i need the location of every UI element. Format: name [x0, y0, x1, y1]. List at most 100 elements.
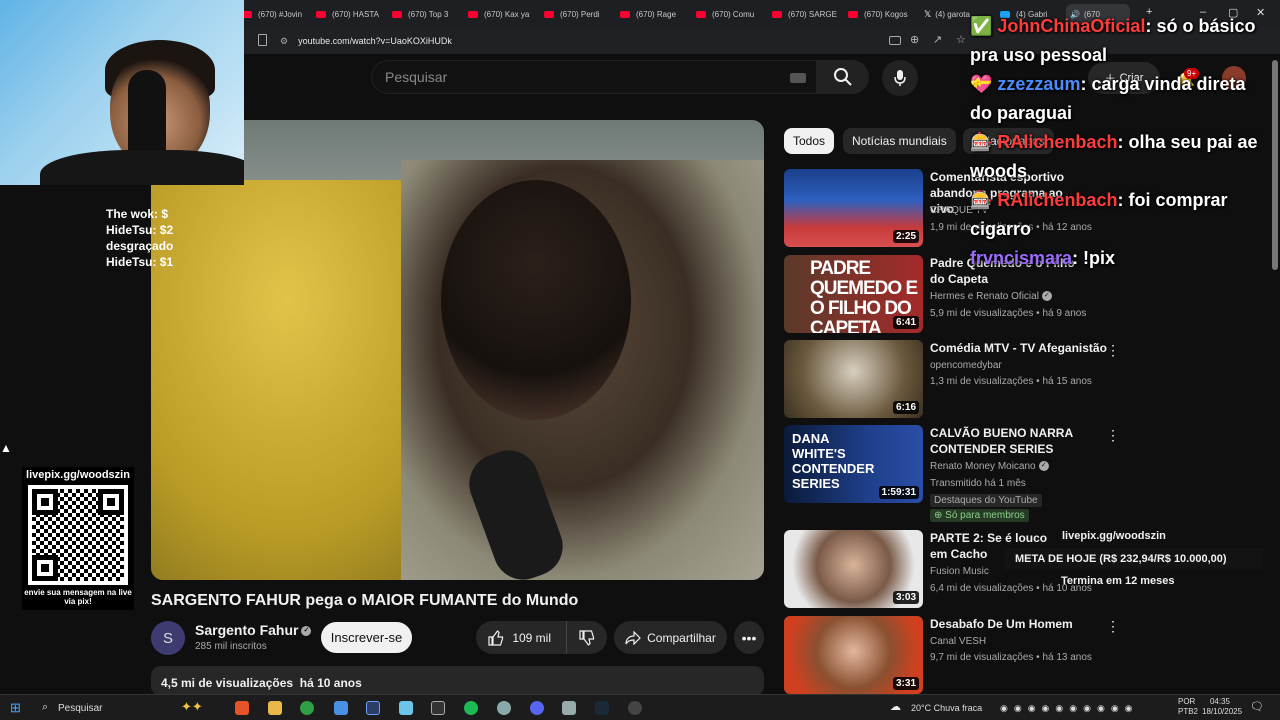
video-thumbnail: 3:03: [784, 530, 923, 608]
channel-name[interactable]: Sargento Fahur ✓: [195, 622, 312, 638]
browser-tab[interactable]: (670) Top 3: [388, 4, 460, 24]
youtube-icon: [468, 10, 478, 18]
file-explorer-icon[interactable]: [268, 701, 282, 715]
mouse-cursor-icon: ▲: [0, 441, 12, 455]
sparkle-icon: ✦✦: [181, 699, 203, 714]
video-title: SARGENTO FAHUR pega o MAIOR FUMANTE do M…: [151, 592, 579, 609]
url-field[interactable]: ⚙ youtube.com/watch?v=UaoKOXiHUDk: [280, 30, 980, 52]
video-thumbnail: 3:31: [784, 616, 923, 694]
steam-icon[interactable]: [595, 701, 609, 715]
search-icon: ⌕: [42, 701, 49, 713]
recommendation-channel: Hermes e Renato Oficial ✓: [930, 291, 1052, 302]
recommendation-channel: Canal VESH: [930, 636, 987, 647]
donation-goal: livepix.gg/woodszin META DE HOJE (R$ 232…: [1005, 530, 1263, 600]
channel-avatar[interactable]: S: [151, 621, 185, 655]
subscribe-button[interactable]: Inscrever-se: [321, 622, 412, 653]
app-icon[interactable]: [497, 701, 511, 715]
language-indicator[interactable]: POR PTB2: [1178, 697, 1198, 717]
scrollbar[interactable]: [1272, 60, 1278, 270]
browser-tab[interactable]: (670) HASTA: [312, 4, 384, 24]
taskbar-search[interactable]: ⌕ Pesquisar ✦✦: [36, 698, 216, 718]
chat-badge-icon: 💝: [970, 74, 998, 94]
browser-tab[interactable]: (670) Rage: [616, 4, 688, 24]
chat-badge-icon: ✅: [970, 16, 998, 36]
recommendation-item[interactable]: 3:31 Desabafo De Um Homem Canal VESH 9,7…: [784, 616, 1264, 696]
app-icon[interactable]: [300, 701, 314, 715]
bookmark-icon[interactable]: [258, 34, 267, 46]
app-icon[interactable]: [431, 701, 445, 715]
recommendation-title: Desabafo De Um Homem: [930, 617, 1073, 631]
chip-noticias-mundiais[interactable]: Notícias mundiais: [843, 128, 956, 154]
youtube-icon: [392, 10, 402, 18]
thumbs-up-icon: [488, 629, 504, 646]
verified-icon: ✓: [1038, 461, 1049, 472]
voice-search-button[interactable]: [882, 60, 918, 96]
video-thumbnail: 6:16: [784, 340, 923, 418]
video-thumbnail: PADRE QUEMEDO E O FILHO DO CAPETA 6:41: [784, 255, 923, 333]
windows-start-icon[interactable]: ⊞: [10, 700, 21, 716]
app-icon[interactable]: [399, 701, 413, 715]
like-dislike-group: 109 mil: [476, 621, 607, 654]
app-icon[interactable]: [334, 701, 348, 715]
more-vertical-icon[interactable]: ⋮: [1106, 618, 1120, 635]
browser-tab[interactable]: (670) #Jovin: [238, 4, 310, 24]
app-icon[interactable]: [366, 701, 380, 715]
app-icon[interactable]: [562, 701, 576, 715]
cast-icon[interactable]: [889, 36, 901, 45]
browser-tab[interactable]: (670) Kax ya: [464, 4, 536, 24]
youtube-icon: [544, 10, 554, 18]
youtube-icon: [696, 10, 706, 18]
recommendation-channel: Fusion Music: [930, 566, 989, 577]
browser-tab[interactable]: (670) Comu: [692, 4, 764, 24]
money-icon: ⊕: [934, 510, 946, 521]
chat-message: ✅ JohnChinaOficial: só o básico pra uso …: [970, 16, 1256, 65]
more-vertical-icon[interactable]: ⋮: [1106, 342, 1120, 359]
spotify-icon[interactable]: [464, 701, 478, 715]
search-icon: [834, 68, 852, 86]
like-button[interactable]: 109 mil: [476, 621, 565, 654]
video-player[interactable]: [151, 120, 764, 580]
obs-icon[interactable]: [628, 701, 642, 715]
webcam-overlay: [0, 0, 244, 185]
subscriber-count: 285 mil inscritos: [195, 641, 267, 652]
search-input[interactable]: Pesquisar: [371, 60, 817, 94]
recommendation-item[interactable]: 6:16 Comédia MTV - TV Afeganistão openco…: [784, 340, 1264, 420]
chat-message: 🎰 RAlichenbach: foi comprar cigarro: [970, 190, 1228, 239]
system-tray-icons[interactable]: ◉◉◉◉◉◉◉◉◉◉: [1000, 703, 1139, 714]
weather-icon: ☁: [890, 701, 901, 713]
recommendation-channel: Renato Money Moicano ✓: [930, 461, 1049, 472]
dislike-button[interactable]: [566, 621, 607, 654]
browser-tab[interactable]: (670) Kogos: [844, 4, 916, 24]
brave-browser-icon[interactable]: [235, 701, 249, 715]
recommendation-meta: 9,7 mi de visualizações • há 13 anos: [930, 652, 1092, 663]
chat-message: 🎰 RAlichenbach: olha seu pai ae woods: [970, 132, 1258, 181]
recommendation-item[interactable]: DANA WHITE'S CONTENDER SERIES 1:59:31 CA…: [784, 425, 1264, 525]
browser-tab[interactable]: (670) Perdi: [540, 4, 612, 24]
clock[interactable]: 04:35 18/10/2025: [1202, 697, 1242, 717]
keyboard-icon[interactable]: [790, 73, 806, 83]
share-button[interactable]: Compartilhar: [614, 621, 727, 654]
youtube-icon: [316, 10, 326, 18]
browser-tab[interactable]: (670) SARGE: [768, 4, 840, 24]
share-icon: [625, 630, 641, 645]
description-box[interactable]: 4,5 mi de visualizações há 10 anos: [151, 666, 764, 696]
zoom-icon[interactable]: ⊕: [910, 33, 919, 46]
donation-log: The wok: $ HideTsu: $2 desgraçado HideTs…: [106, 207, 174, 269]
more-vertical-icon[interactable]: ⋮: [1106, 427, 1120, 444]
star-icon[interactable]: ☆: [956, 33, 966, 46]
qr-code-icon: [28, 485, 128, 585]
chat-message: frvncismara: !pix: [970, 248, 1116, 268]
screen: (670) #Jovin (670) HASTA (670) Top 3 (67…: [0, 0, 1280, 720]
more-actions-button[interactable]: •••: [734, 621, 764, 654]
discord-icon[interactable]: [530, 701, 544, 715]
youtube-icon: [772, 10, 782, 18]
share-page-icon[interactable]: ↗: [933, 33, 942, 46]
chip-todos[interactable]: Todos: [784, 128, 835, 154]
goal-bar: META DE HOJE (R$ 232,94/R$ 10.000,00): [1005, 548, 1263, 570]
video-frame-head: [441, 180, 631, 420]
highlight-badge: Destaques do YouTube: [930, 494, 1042, 507]
site-info-icon[interactable]: ⚙: [280, 36, 288, 47]
search-button[interactable]: [817, 60, 869, 94]
notification-icon[interactable]: 🗨: [1250, 700, 1264, 713]
browser-tab[interactable]: 𝕏 (4) garota: [920, 4, 972, 24]
